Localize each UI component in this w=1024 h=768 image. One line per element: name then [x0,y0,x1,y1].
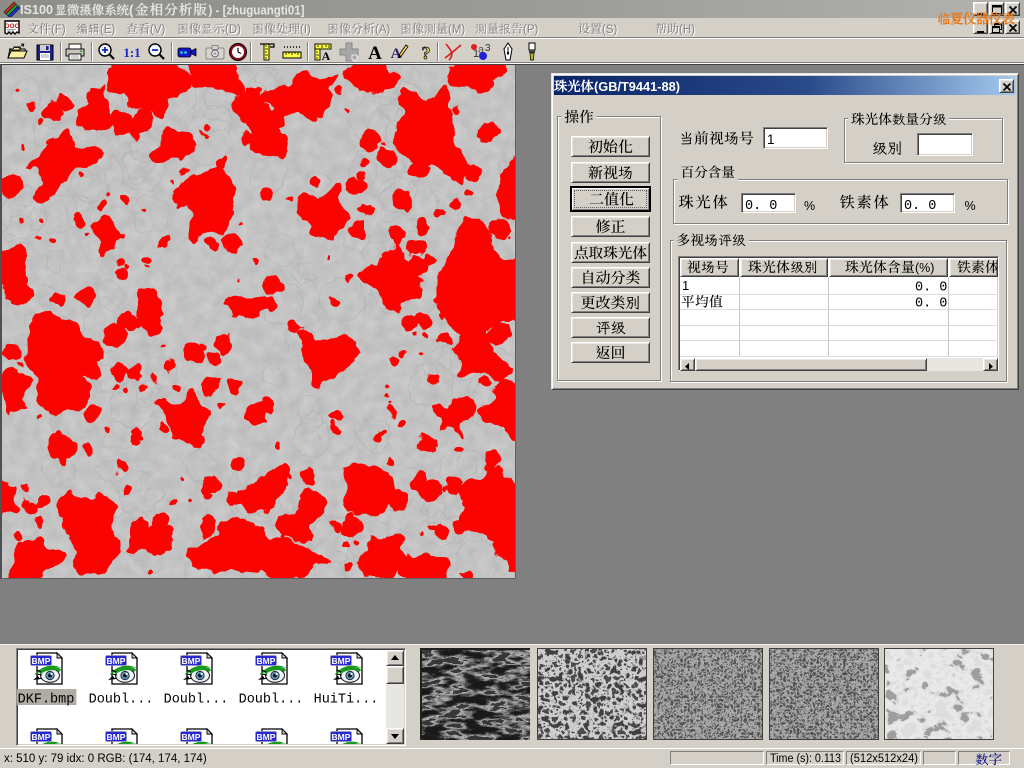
svg-text:A: A [368,43,382,63]
svg-text:DOC: DOC [5,23,20,30]
svg-text:3: 3 [485,43,490,54]
svg-text:?: ? [422,43,431,63]
svg-text:A: A [322,49,331,63]
svg-text:1:1: 1:1 [123,45,140,60]
